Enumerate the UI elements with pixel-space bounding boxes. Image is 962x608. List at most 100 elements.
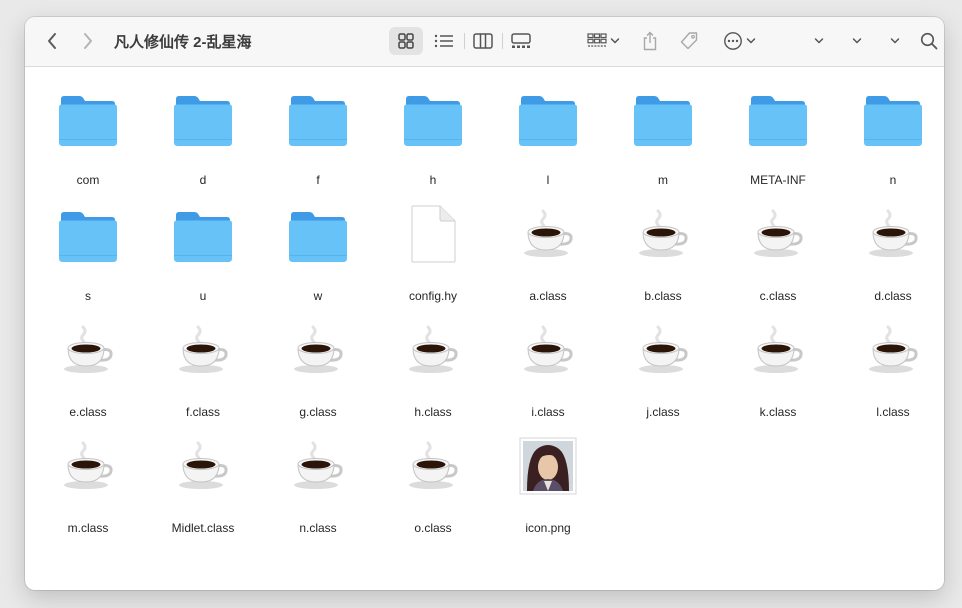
grid-icon <box>398 33 414 49</box>
java-coffee-cup-icon <box>748 203 808 263</box>
icon-view-button[interactable] <box>389 27 423 55</box>
forward-button[interactable] <box>77 27 99 55</box>
file-name-label: u <box>199 289 207 303</box>
group-button[interactable] <box>583 27 623 55</box>
file-name-label: h.class <box>414 405 452 419</box>
file-item[interactable]: k.class <box>723 309 833 419</box>
file-item[interactable]: a.class <box>493 193 603 303</box>
divider <box>464 33 465 49</box>
overflow-button[interactable] <box>885 27 905 55</box>
file-name-label: c.class <box>759 289 797 303</box>
chevron-down-icon <box>610 38 619 44</box>
java-coffee-cup-icon <box>403 435 463 495</box>
file-name-label: Midlet.class <box>171 521 235 535</box>
file-item[interactable]: icon.png <box>493 425 603 535</box>
folder-icon <box>58 203 118 263</box>
file-name-label: f.class <box>185 405 220 419</box>
file-name-label: w <box>313 289 323 303</box>
folder-icon <box>863 87 923 147</box>
java-coffee-cup-icon <box>518 203 578 263</box>
image-thumbnail-icon <box>518 435 578 495</box>
share-button[interactable] <box>637 27 663 55</box>
file-item[interactable]: f.class <box>148 309 258 419</box>
file-item[interactable]: config.hy <box>378 193 488 303</box>
search-button[interactable] <box>918 27 940 55</box>
folder-icon <box>518 87 578 147</box>
folder-icon <box>288 203 348 263</box>
ellipsis-circle-icon <box>723 32 742 50</box>
file-item[interactable]: i.class <box>493 309 603 419</box>
file-name-label: b.class <box>644 289 682 303</box>
divider <box>502 33 503 49</box>
file-name-label: h <box>429 173 437 187</box>
file-name-label: com <box>76 173 100 187</box>
file-item[interactable]: g.class <box>263 309 373 419</box>
file-name-label: g.class <box>299 405 337 419</box>
folder-item[interactable]: META-INF <box>723 77 833 187</box>
toolbar: 凡人修仙传 2-乱星海 <box>25 17 944 67</box>
folder-item[interactable]: com <box>33 77 143 187</box>
folder-icon <box>173 203 233 263</box>
chevron-right-icon <box>84 33 92 49</box>
file-item[interactable]: j.class <box>608 309 718 419</box>
window-title: 凡人修仙传 2-乱星海 <box>114 34 252 51</box>
file-item[interactable]: Midlet.class <box>148 425 258 535</box>
file-name-label: o.class <box>414 521 452 535</box>
file-name-label: f <box>316 173 320 187</box>
folder-item[interactable]: w <box>263 193 373 303</box>
file-name-label: m.class <box>67 521 109 535</box>
file-name-label: d.class <box>874 289 912 303</box>
column-view-button[interactable] <box>466 27 500 55</box>
file-item[interactable]: h.class <box>378 309 488 419</box>
back-button[interactable] <box>41 27 63 55</box>
folder-icon <box>748 87 808 147</box>
file-item[interactable]: d.class <box>838 193 944 303</box>
folder-icon <box>288 87 348 147</box>
file-item[interactable]: b.class <box>608 193 718 303</box>
folder-item[interactable]: l <box>493 77 603 187</box>
file-name-label: s <box>85 289 91 303</box>
file-name-label: m <box>658 173 668 187</box>
overflow-button[interactable] <box>847 27 867 55</box>
java-coffee-cup-icon <box>58 435 118 495</box>
list-view-button[interactable] <box>427 27 461 55</box>
java-coffee-cup-icon <box>403 319 463 379</box>
file-item[interactable]: e.class <box>33 309 143 419</box>
file-item[interactable]: m.class <box>33 425 143 535</box>
folder-item[interactable]: n <box>838 77 944 187</box>
file-item[interactable]: o.class <box>378 425 488 535</box>
chevron-down-icon <box>890 38 900 44</box>
java-coffee-cup-icon <box>633 203 693 263</box>
chevron-down-icon <box>852 38 862 44</box>
file-name-label: k.class <box>759 405 797 419</box>
tag-button[interactable] <box>676 27 702 55</box>
folder-item[interactable]: s <box>33 193 143 303</box>
file-name-label: j.class <box>646 405 680 419</box>
folder-item[interactable]: f <box>263 77 373 187</box>
folder-item[interactable]: u <box>148 193 258 303</box>
action-menu-button[interactable] <box>719 27 759 55</box>
java-coffee-cup-icon <box>288 435 348 495</box>
file-item[interactable]: l.class <box>838 309 944 419</box>
gallery-view-button[interactable] <box>504 27 538 55</box>
file-name-label: l <box>546 173 550 187</box>
chevron-down-icon <box>814 38 824 44</box>
java-coffee-cup-icon <box>173 435 233 495</box>
search-icon <box>920 32 938 50</box>
java-coffee-cup-icon <box>748 319 808 379</box>
file-grid: com d f h l m META-INF n s u w config.hy… <box>25 67 944 590</box>
file-name-label: d <box>199 173 207 187</box>
columns-icon <box>473 33 493 49</box>
folder-item[interactable]: d <box>148 77 258 187</box>
overflow-button[interactable] <box>809 27 829 55</box>
file-item[interactable]: n.class <box>263 425 373 535</box>
file-item[interactable]: c.class <box>723 193 833 303</box>
file-name-label: l.class <box>876 405 910 419</box>
file-name-label: config.hy <box>408 289 458 303</box>
file-name-label: META-INF <box>750 173 806 187</box>
folder-item[interactable]: h <box>378 77 488 187</box>
folder-item[interactable]: m <box>608 77 718 187</box>
file-name-label: a.class <box>529 289 567 303</box>
folder-icon <box>173 87 233 147</box>
java-coffee-cup-icon <box>633 319 693 379</box>
